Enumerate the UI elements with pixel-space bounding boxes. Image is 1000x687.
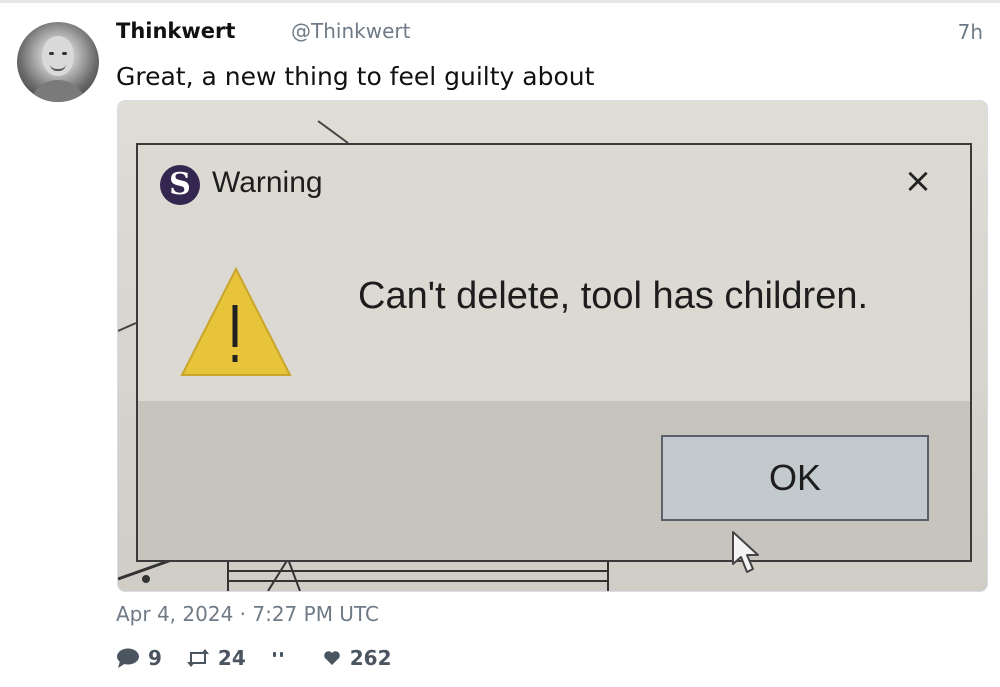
like-button[interactable]: 262 <box>322 646 392 670</box>
reply-count: 9 <box>148 646 162 670</box>
attached-image[interactable]: S Warning × Can't delete, tool has child… <box>117 100 988 592</box>
heart-icon <box>323 651 340 665</box>
ok-button-label: OK <box>768 457 821 498</box>
app-logo-icon: S <box>160 165 200 205</box>
dialog-message: Can't delete, tool has children. <box>358 275 869 317</box>
repost-count: 24 <box>217 646 246 670</box>
close-icon[interactable]: × <box>900 163 936 199</box>
user-handle[interactable]: @Thinkwert <box>291 19 410 43</box>
quote-button[interactable] <box>270 647 298 669</box>
dialog-title: Warning <box>212 166 323 199</box>
repost-icon <box>186 649 209 667</box>
relative-timestamp[interactable]: 7h <box>958 20 983 44</box>
status-text: Great, a new thing to feel guilty about <box>116 62 595 91</box>
top-divider <box>0 0 1000 3</box>
avatar[interactable] <box>17 22 99 102</box>
ok-button[interactable]: OK <box>661 435 929 521</box>
reply-button[interactable]: 9 <box>116 646 162 670</box>
like-count: 262 <box>349 646 392 670</box>
cursor-icon <box>732 531 759 573</box>
warning-dialog: S Warning × Can't delete, tool has child… <box>136 143 972 573</box>
warning-triangle-icon <box>180 266 292 376</box>
display-name[interactable]: Thinkwert <box>116 19 235 43</box>
post-actions: 9 24 262 <box>116 644 416 672</box>
quote-icon <box>272 652 283 657</box>
repost-button[interactable]: 24 <box>186 646 246 670</box>
chat-bubble-icon <box>117 648 139 668</box>
post-date[interactable]: Apr 4, 2024 · 7:27 PM UTC <box>116 602 379 626</box>
